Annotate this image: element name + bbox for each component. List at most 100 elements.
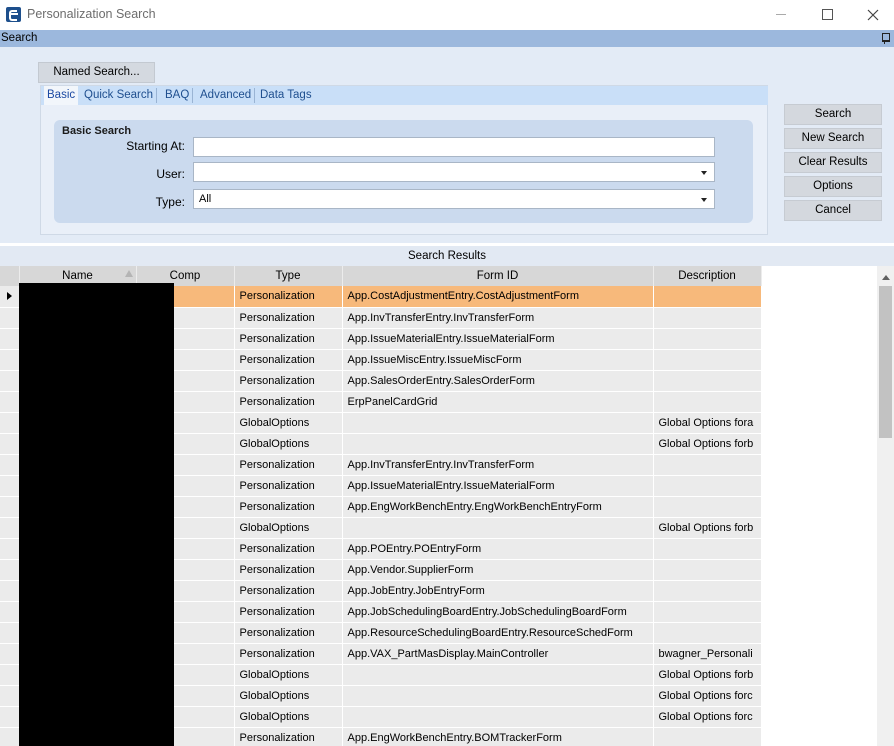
cell-form-id[interactable]: App.Vendor.SupplierForm (342, 559, 654, 581)
cell-description[interactable]: Global Options forb (653, 517, 762, 539)
cell-form-id[interactable]: App.EngWorkBenchEntry.BOMTrackerForm (342, 727, 654, 746)
column-header-description[interactable]: Description (653, 266, 762, 286)
cell-form-id[interactable]: App.EngWorkBenchEntry.EngWorkBenchEntryF… (342, 496, 654, 518)
cell-form-id[interactable]: App.CostAdjustmentEntry.CostAdjustmentFo… (342, 286, 654, 308)
cell-type[interactable]: Personalization (234, 370, 343, 392)
cell-description[interactable]: Global Options forc (653, 685, 762, 707)
row-selector[interactable] (0, 412, 20, 434)
cell-description[interactable] (653, 328, 762, 350)
tab-data-tags[interactable]: Data Tags (257, 88, 315, 103)
scroll-up-arrow-icon[interactable] (882, 275, 890, 280)
cell-type[interactable]: Personalization (234, 727, 343, 746)
close-button[interactable] (850, 0, 894, 30)
cell-form-id[interactable]: App.IssueMiscEntry.IssueMiscForm (342, 349, 654, 371)
cell-form-id[interactable]: App.InvTransferEntry.InvTransferForm (342, 454, 654, 476)
cell-description[interactable] (653, 601, 762, 623)
cell-type[interactable]: Personalization (234, 286, 343, 308)
chevron-down-icon[interactable] (701, 198, 707, 202)
cell-form-id[interactable]: App.POEntry.POEntryForm (342, 538, 654, 560)
cell-type[interactable]: GlobalOptions (234, 517, 343, 539)
cell-type[interactable]: GlobalOptions (234, 412, 343, 434)
user-dropdown[interactable] (193, 162, 715, 182)
type-dropdown[interactable]: All (193, 189, 715, 209)
row-selector[interactable] (0, 433, 20, 455)
cell-form-id[interactable]: App.SalesOrderEntry.SalesOrderForm (342, 370, 654, 392)
cell-description[interactable]: Global Options forb (653, 433, 762, 455)
named-search-button[interactable]: Named Search... (38, 62, 155, 83)
cell-type[interactable]: GlobalOptions (234, 706, 343, 728)
row-selector[interactable] (0, 370, 20, 392)
cell-type[interactable]: Personalization (234, 307, 343, 329)
cell-description[interactable] (653, 496, 762, 518)
cell-form-id[interactable]: App.VAX_PartMasDisplay.MainController (342, 643, 654, 665)
cell-type[interactable]: Personalization (234, 454, 343, 476)
cell-form-id[interactable] (342, 706, 654, 728)
cell-description[interactable] (653, 391, 762, 413)
row-selector[interactable] (0, 559, 20, 581)
row-selector[interactable] (0, 685, 20, 707)
starting-at-input[interactable] (193, 137, 715, 157)
cell-form-id[interactable]: App.JobSchedulingBoardEntry.JobSchedulin… (342, 601, 654, 623)
cell-type[interactable]: Personalization (234, 328, 343, 350)
cell-type[interactable]: GlobalOptions (234, 685, 343, 707)
row-selector[interactable] (0, 496, 20, 518)
cell-description[interactable] (653, 538, 762, 560)
column-header-form-id[interactable]: Form ID (342, 266, 654, 286)
cell-form-id[interactable] (342, 412, 654, 434)
cell-description[interactable]: Global Options forc (653, 706, 762, 728)
cell-form-id[interactable] (342, 685, 654, 707)
cell-form-id[interactable] (342, 664, 654, 686)
column-header-type[interactable]: Type (234, 266, 343, 286)
row-selector[interactable] (0, 538, 20, 560)
cell-description[interactable] (653, 580, 762, 602)
cell-type[interactable]: Personalization (234, 601, 343, 623)
row-selector[interactable] (0, 349, 20, 371)
row-selector[interactable] (0, 580, 20, 602)
cell-description[interactable]: bwagner_Personali (653, 643, 762, 665)
row-selector[interactable] (0, 517, 20, 539)
cell-form-id[interactable]: App.IssueMaterialEntry.IssueMaterialForm (342, 475, 654, 497)
cell-description[interactable] (653, 370, 762, 392)
cell-type[interactable]: Personalization (234, 496, 343, 518)
cell-type[interactable]: Personalization (234, 580, 343, 602)
cell-description[interactable] (653, 475, 762, 497)
row-selector[interactable] (0, 454, 20, 476)
cell-type[interactable]: GlobalOptions (234, 433, 343, 455)
cell-form-id[interactable]: ErpPanelCardGrid (342, 391, 654, 413)
cell-type[interactable]: Personalization (234, 475, 343, 497)
row-selector[interactable] (0, 307, 20, 329)
row-selector[interactable] (0, 391, 20, 413)
tab-baq[interactable]: BAQ (162, 88, 194, 103)
search-button[interactable]: Search (784, 104, 882, 125)
cell-type[interactable]: Personalization (234, 622, 343, 644)
cell-description[interactable] (653, 622, 762, 644)
row-selector[interactable] (0, 328, 20, 350)
row-selector[interactable] (0, 601, 20, 623)
cell-description[interactable]: Global Options forb (653, 664, 762, 686)
chevron-down-icon[interactable] (701, 171, 707, 175)
cell-form-id[interactable] (342, 517, 654, 539)
cell-description[interactable] (653, 286, 762, 308)
cell-type[interactable]: Personalization (234, 559, 343, 581)
row-selector[interactable] (0, 643, 20, 665)
results-scrollbar[interactable] (877, 266, 894, 746)
cell-type[interactable]: GlobalOptions (234, 664, 343, 686)
cell-type[interactable]: Personalization (234, 349, 343, 371)
maximize-button[interactable] (804, 0, 850, 30)
row-selector[interactable] (0, 475, 20, 497)
cell-description[interactable] (653, 454, 762, 476)
row-selector[interactable] (0, 664, 20, 686)
cell-form-id[interactable]: App.IssueMaterialEntry.IssueMaterialForm (342, 328, 654, 350)
cell-type[interactable]: Personalization (234, 643, 343, 665)
cell-form-id[interactable]: App.InvTransferEntry.InvTransferForm (342, 307, 654, 329)
options-button[interactable]: Options (784, 176, 882, 197)
tab-advanced[interactable]: Advanced (197, 88, 256, 103)
cell-type[interactable]: Personalization (234, 391, 343, 413)
cell-description[interactable] (653, 307, 762, 329)
cell-description[interactable] (653, 727, 762, 746)
clear-results-button[interactable]: Clear Results (784, 152, 882, 173)
cell-form-id[interactable] (342, 433, 654, 455)
row-selector[interactable] (0, 286, 20, 308)
cell-type[interactable]: Personalization (234, 538, 343, 560)
row-selector[interactable] (0, 622, 20, 644)
